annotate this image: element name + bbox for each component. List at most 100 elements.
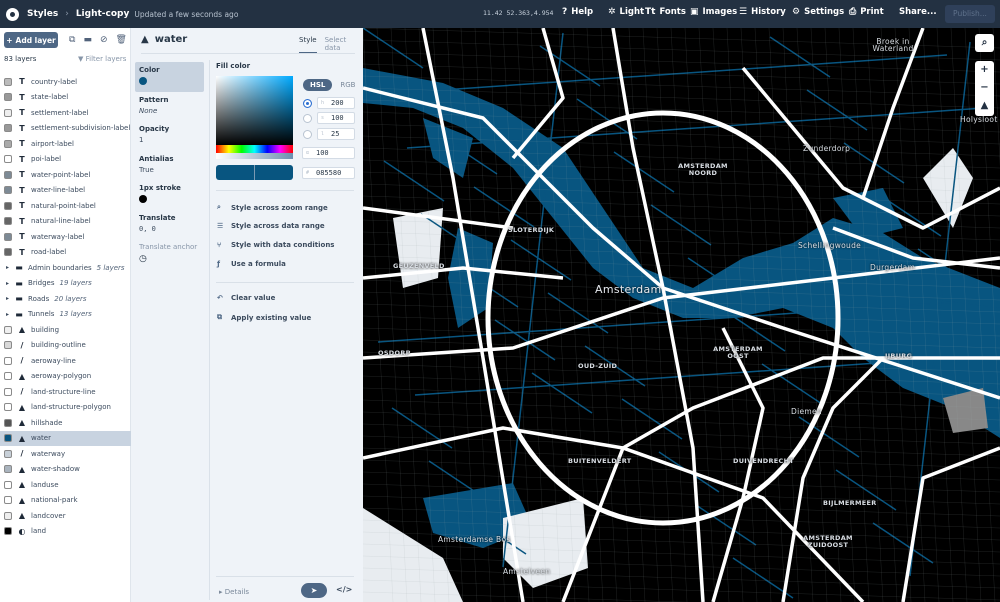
filter-layers-button[interactable]: ▼ Filter layers (78, 55, 126, 63)
layer-item[interactable]: Twater-line-label (0, 183, 131, 198)
nav-help-button[interactable]: ? Help (562, 7, 593, 17)
layer-item[interactable]: / land-structure-line (0, 384, 131, 399)
style-data-range-button[interactable]: ☰ Style across data range (217, 222, 325, 230)
style-data-conditions-button[interactable]: ⑂ Style with data conditions (217, 241, 334, 249)
layer-item[interactable]: ▲ building (0, 322, 131, 337)
layer-item[interactable]: ◐ land (0, 524, 131, 539)
layer-swatch (4, 124, 12, 132)
layer-item[interactable]: ▲ land-structure-polygon (0, 400, 131, 415)
hue-input[interactable]: 200 (317, 97, 355, 109)
layer-name: hillshade (31, 418, 63, 427)
layer-item[interactable]: Tnatural-point-label (0, 198, 131, 213)
zoom-out-button[interactable]: − (975, 79, 994, 97)
nav-label: History (751, 7, 786, 17)
hue-radio[interactable] (303, 99, 312, 108)
zoom-in-button[interactable]: + (975, 61, 994, 79)
nav-settings-button[interactable]: ⚙ Settings (792, 7, 844, 17)
lightness-radio[interactable] (303, 130, 312, 139)
layer-item[interactable]: ▲ national-park (0, 493, 131, 508)
nav-history-button[interactable]: ☰ History (739, 7, 786, 17)
alpha-input[interactable]: 100 (302, 147, 355, 159)
layer-item[interactable]: Troad-label (0, 245, 131, 260)
style-zoom-range-button[interactable]: ⌕ Style across zoom range (217, 203, 328, 212)
layer-item[interactable]: ▲ aeroway-polygon (0, 369, 131, 384)
hsl-mode-button[interactable]: HSL (303, 79, 333, 91)
map-canvas[interactable]: Amsterdam AMSTERDAM NOORD Zunderdorp Schell… (363, 28, 1000, 602)
tab-select-data[interactable]: Select data (325, 36, 363, 54)
property-translate-anchor[interactable]: Translate anchor ◷ (135, 239, 204, 269)
layer-item[interactable]: Tairport-label (0, 136, 131, 151)
layer-count: 13 layers (59, 310, 92, 318)
nav-print-button[interactable]: ⎙ Print (849, 7, 884, 17)
saturation-picker[interactable] (216, 76, 293, 145)
layer-item[interactable]: Tcountry-label (0, 74, 131, 89)
hide-icon[interactable]: ⊘ (100, 35, 108, 45)
details-toggle[interactable]: ▸ Details (219, 588, 249, 596)
trash-icon[interactable]: 🗑 (116, 35, 127, 45)
property-opacity[interactable]: Opacity 1 (135, 121, 204, 151)
layer-item[interactable]: / aeroway-line (0, 353, 131, 368)
saturation-radio[interactable] (303, 114, 312, 123)
layer-item[interactable]: ▸ ▬ Bridges 19 layers (0, 276, 131, 291)
layer-item[interactable]: Tstate-label (0, 90, 131, 105)
layer-item[interactable]: ▸ ▬ Tunnels 13 layers (0, 307, 131, 322)
hue-slider[interactable] (216, 145, 293, 153)
layer-item[interactable]: Tnatural-line-label (0, 214, 131, 229)
nav-share-button[interactable]: Share... (899, 7, 937, 17)
color-swatch[interactable] (139, 195, 147, 203)
expand-caret-icon[interactable]: ▸ (6, 280, 9, 287)
layer-item[interactable]: ▲ landcover (0, 508, 131, 523)
canal (872, 522, 934, 564)
expand-caret-icon[interactable]: ▸ (6, 311, 9, 318)
property-color[interactable]: Color (135, 62, 204, 92)
property-antialias[interactable]: Antialias True (135, 151, 204, 181)
publish-button[interactable]: Publish... (945, 5, 995, 23)
layer-item[interactable]: ▸ ▬ Roads 20 layers (0, 291, 131, 306)
layers-panel: + Add layer ⧉ ▬ ⊘ 🗑 83 layers ▼ Filter la… (0, 28, 131, 602)
layer-item[interactable]: ▲ landuse (0, 477, 131, 492)
nav-fonts-button[interactable]: Tt Fonts (645, 7, 686, 17)
search-icon[interactable]: ⌕ (975, 34, 994, 52)
property-translate[interactable]: Translate 0, 0 (135, 210, 204, 240)
duplicate-icon[interactable]: ⧉ (69, 35, 75, 45)
logo[interactable] (6, 7, 19, 21)
layer-item[interactable]: Twaterway-label (0, 229, 131, 244)
expand-caret-icon[interactable]: ▸ (6, 295, 9, 302)
hex-input[interactable]: 085580 (302, 167, 355, 179)
layer-item[interactable]: Twater-point-label (0, 167, 131, 182)
breadcrumb-styles[interactable]: Styles (27, 9, 58, 19)
layer-count: 5 layers (96, 263, 125, 272)
use-formula-button[interactable]: ƒ Use a formula (217, 260, 286, 268)
code-view-button[interactable]: </> (336, 585, 352, 594)
layer-item[interactable]: ▲ hillshade (0, 415, 131, 430)
tab-style[interactable]: Style (299, 36, 317, 54)
apply-existing-value-button[interactable]: ⧉ Apply existing value (217, 313, 311, 322)
lightness-input[interactable]: 25 (317, 128, 355, 140)
property-pattern[interactable]: Pattern None (135, 92, 204, 122)
anchor-icon[interactable]: ◷ (139, 254, 200, 264)
style-name[interactable]: Light-copy (76, 9, 130, 19)
color-swatch[interactable] (139, 77, 147, 85)
expand-caret-icon[interactable]: ▸ (6, 264, 9, 271)
layer-item[interactable]: ▲ water (0, 430, 131, 446)
select-mode-button[interactable]: ➤ (301, 583, 327, 598)
undo-icon: ↶ (217, 294, 223, 302)
folder-icon[interactable]: ▬ (83, 35, 92, 45)
clear-value-button[interactable]: ↶ Clear value (217, 294, 275, 302)
layer-item[interactable]: / building-outline (0, 338, 131, 353)
layer-item[interactable]: Tsettlement-subdivision-label (0, 121, 131, 136)
compass-button[interactable]: ▲ (975, 97, 994, 115)
property-1px-stroke[interactable]: 1px stroke (135, 180, 204, 210)
layer-item[interactable]: Tpoi-label (0, 152, 131, 167)
nav-images-button[interactable]: ▣ Images (690, 7, 737, 17)
layer-swatch (4, 341, 12, 349)
layer-item[interactable]: ▲ water-shadow (0, 462, 131, 477)
layer-item[interactable]: Tsettlement-label (0, 105, 131, 120)
layer-item[interactable]: / waterway (0, 446, 131, 461)
nav-light-button[interactable]: ✲ Light (608, 7, 644, 17)
saturation-input[interactable]: 100 (317, 112, 355, 124)
layer-item[interactable]: ▸ ▬ Admin boundaries 5 layers (0, 260, 131, 275)
alpha-slider[interactable] (216, 153, 293, 159)
rgb-mode-button[interactable]: RGB (340, 81, 355, 89)
add-layer-button[interactable]: + Add layer (4, 32, 58, 48)
